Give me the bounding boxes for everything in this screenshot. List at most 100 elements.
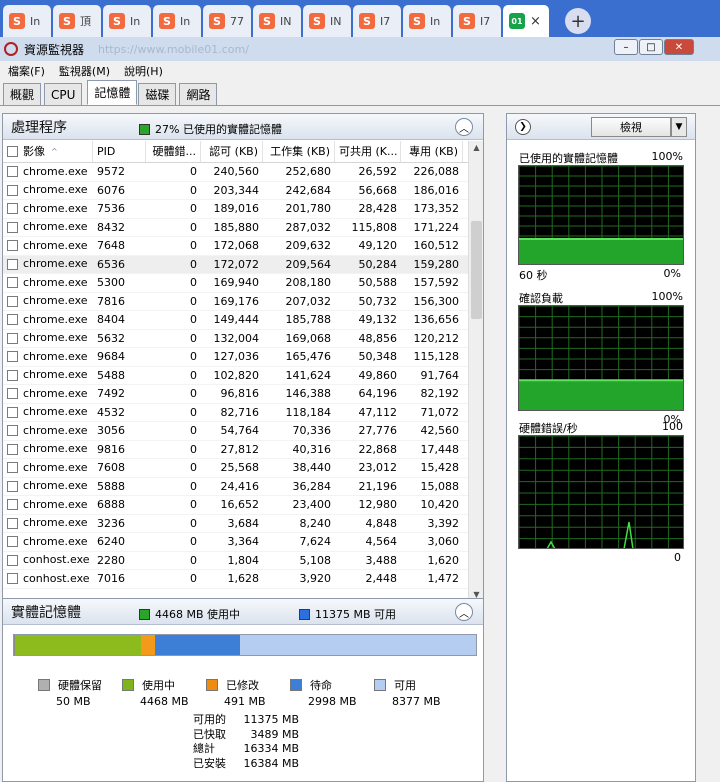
row-checkbox[interactable] — [7, 258, 18, 270]
table-row[interactable]: chrome.exe 7648 0 172,068 209,632 49,120 160,5… — [3, 237, 470, 256]
cell-commit: 102,820 — [213, 368, 260, 382]
table-row[interactable]: chrome.exe 9572 0 240,560 252,680 26,592 226,0… — [3, 163, 470, 182]
collapse-icon[interactable]: ︿ — [455, 603, 473, 621]
table-row[interactable]: chrome.exe 7492 0 96,816 146,388 64,196 82,192 — [3, 385, 470, 404]
table-row[interactable]: chrome.exe 5632 0 132,004 169,068 48,856 120,2… — [3, 330, 470, 348]
cell-hard-faults: 0 — [190, 516, 197, 530]
legend-item: 已修改 491 MB — [206, 677, 290, 708]
row-checkbox[interactable] — [7, 462, 18, 474]
column-header-hard-faults[interactable]: 硬體錯... — [146, 141, 201, 162]
select-all-checkbox[interactable] — [7, 146, 18, 157]
scroll-up-arrow[interactable]: ▲ — [469, 143, 484, 152]
table-row[interactable]: chrome.exe 3236 0 3,684 8,240 4,848 3,392 — [3, 515, 470, 533]
row-checkbox[interactable] — [7, 499, 18, 511]
row-checkbox[interactable] — [7, 221, 18, 233]
row-checkbox[interactable] — [7, 443, 18, 455]
column-header-commit[interactable]: 認可 (KB) — [201, 141, 263, 162]
menu-monitor[interactable]: 監視器(M) — [59, 63, 110, 79]
row-checkbox[interactable] — [7, 351, 18, 363]
tab-network[interactable]: 網路 — [179, 83, 218, 105]
browser-tab[interactable]: S I7 — [353, 5, 401, 37]
row-checkbox[interactable] — [7, 295, 18, 307]
row-checkbox[interactable] — [7, 425, 18, 437]
row-checkbox[interactable] — [7, 277, 18, 289]
column-header-shareable[interactable]: 可共用 (K... — [335, 141, 401, 162]
process-scrollbar[interactable]: ▲ ▼ — [468, 141, 483, 601]
table-row[interactable]: chrome.exe 5488 0 102,820 141,624 49,860 91,76… — [3, 367, 470, 385]
row-checkbox[interactable] — [7, 166, 18, 178]
row-checkbox[interactable] — [7, 203, 18, 215]
column-header-working-set[interactable]: 工作集 (KB) — [263, 141, 335, 162]
table-row[interactable]: chrome.exe 8404 0 149,444 185,788 49,132 136,6… — [3, 311, 470, 330]
table-row[interactable]: chrome.exe 5888 0 24,416 36,284 21,196 15,088 — [3, 478, 470, 496]
browser-tab[interactable]: S In — [3, 5, 51, 37]
physical-memory-header[interactable]: 實體記憶體 4468 MB 使用中 11375 MB 可用 ︿ — [3, 599, 483, 625]
close-tab-icon[interactable]: × — [530, 14, 541, 29]
table-row[interactable]: chrome.exe 7816 0 169,176 207,032 50,732 156,3… — [3, 293, 470, 311]
browser-tab[interactable]: S I7 — [453, 5, 501, 37]
row-checkbox[interactable] — [7, 332, 18, 344]
row-checkbox[interactable] — [7, 406, 18, 418]
browser-tab[interactable]: S In — [103, 5, 151, 37]
legend-swatch — [290, 678, 302, 691]
browser-tab[interactable]: S IN — [253, 5, 301, 37]
maximize-button[interactable]: □ — [639, 39, 663, 55]
table-row[interactable]: chrome.exe 7536 0 189,016 201,780 28,428 173,3… — [3, 200, 470, 219]
process-name: chrome.exe — [23, 497, 88, 511]
view-dropdown-icon[interactable]: ▼ — [671, 117, 687, 137]
table-row[interactable]: chrome.exe 7608 0 25,568 38,440 23,012 15,428 — [3, 459, 470, 478]
table-row[interactable]: chrome.exe 4532 0 82,716 118,184 47,112 71,072 — [3, 404, 470, 422]
expand-arrow-icon[interactable]: ❯ — [515, 119, 531, 135]
table-row[interactable]: chrome.exe 5300 0 169,940 208,180 50,588 157,5… — [3, 274, 470, 293]
cell-shareable: 49,120 — [358, 239, 398, 252]
minimize-button[interactable]: – — [614, 39, 638, 55]
tab-memory[interactable]: 記憶體 — [87, 80, 138, 105]
row-checkbox[interactable] — [7, 240, 18, 252]
row-checkbox[interactable] — [7, 554, 18, 566]
row-checkbox[interactable] — [7, 517, 18, 529]
menu-file[interactable]: 檔案(F) — [8, 63, 45, 79]
table-row[interactable]: chrome.exe 3056 0 54,764 70,336 27,776 42,560 — [3, 422, 470, 441]
cell-private: 1,620 — [427, 553, 460, 567]
scroll-thumb[interactable] — [471, 221, 482, 319]
table-row[interactable]: chrome.exe 8432 0 185,880 287,032 115,808 171,… — [3, 219, 470, 237]
cell-private: 17,448 — [420, 442, 460, 456]
row-checkbox[interactable] — [7, 314, 18, 326]
close-button[interactable]: ✕ — [664, 39, 694, 55]
new-tab-button[interactable]: + — [565, 8, 591, 34]
row-checkbox[interactable] — [7, 536, 18, 548]
graph-title: 已使用的實體記憶體 — [519, 152, 618, 165]
table-row[interactable]: chrome.exe 6240 0 3,364 7,624 4,564 3,060 — [3, 533, 470, 552]
cell-commit: 16,652 — [220, 498, 260, 511]
column-header-pid[interactable]: PID — [93, 141, 146, 162]
browser-tab-active[interactable]: 01 × — [503, 5, 549, 37]
browser-tab[interactable]: S頂 — [53, 5, 101, 37]
tab-overview[interactable]: 概觀 — [3, 83, 42, 105]
collapse-icon[interactable]: ︿ — [455, 118, 473, 136]
menu-help[interactable]: 說明(H) — [124, 63, 163, 79]
column-header-private[interactable]: 專用 (KB) — [401, 141, 463, 162]
row-checkbox[interactable] — [7, 369, 18, 381]
table-row[interactable]: chrome.exe 6536 0 172,072 209,564 50,284 159,2… — [3, 255, 470, 274]
table-row[interactable]: chrome.exe 6076 0 203,344 242,684 56,668 186,0… — [3, 182, 470, 200]
browser-tab[interactable]: S IN — [303, 5, 351, 37]
table-row[interactable]: chrome.exe 9816 0 27,812 40,316 22,868 17,448 — [3, 441, 470, 459]
browser-tab[interactable]: S In — [403, 5, 451, 37]
row-checkbox[interactable] — [7, 388, 18, 400]
browser-tab[interactable]: S 77 — [203, 5, 251, 37]
row-checkbox[interactable] — [7, 573, 18, 585]
column-header-image[interactable]: 影像 ^ — [3, 141, 93, 162]
tab-disk[interactable]: 磁碟 — [138, 83, 177, 105]
tab-cpu[interactable]: CPU — [44, 83, 83, 105]
table-row[interactable]: conhost.exe 2280 0 1,804 5,108 3,488 1,620 — [3, 552, 470, 570]
browser-tab[interactable]: S In — [153, 5, 201, 37]
table-row[interactable]: chrome.exe 9684 0 127,036 165,476 50,348 115,1… — [3, 348, 470, 367]
row-checkbox[interactable] — [7, 480, 18, 492]
table-row[interactable]: conhost.exe 7016 0 1,628 3,920 2,448 1,472 — [3, 570, 470, 589]
processes-header[interactable]: 處理程序 27% 已使用的實體記憶體 ︿ — [3, 114, 483, 140]
row-checkbox[interactable] — [7, 184, 18, 196]
cell-pid: 3236 — [97, 516, 125, 530]
table-row[interactable]: chrome.exe 6888 0 16,652 23,400 12,980 10,420 — [3, 496, 470, 515]
view-button[interactable]: 檢視 — [591, 117, 671, 137]
cell-pid: 7648 — [97, 239, 125, 252]
